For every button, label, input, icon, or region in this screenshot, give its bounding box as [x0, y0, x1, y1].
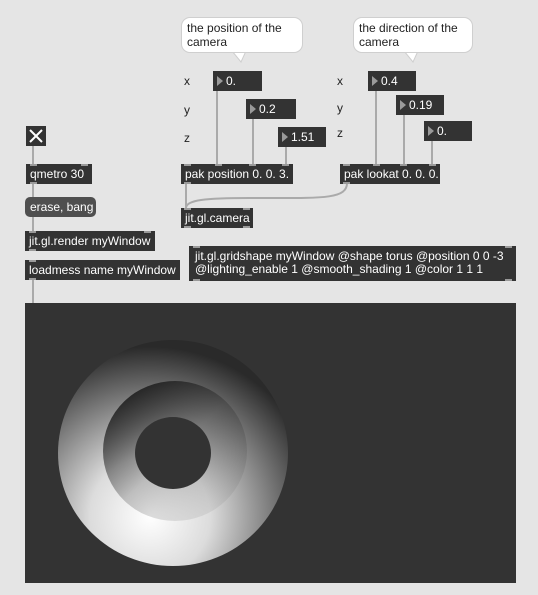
object-pak-lookat-label: pak lookat 0. 0. 0.	[344, 167, 439, 181]
patcher-canvas: the position of the camera the direction…	[0, 0, 538, 595]
comment-camera-position-text: the position of the camera	[187, 21, 282, 49]
cord-paklookat-camera	[185, 182, 348, 209]
object-pak-lookat[interactable]: pak lookat 0. 0. 0.	[340, 164, 440, 184]
object-jit-gl-camera[interactable]: jit.gl.camera	[181, 208, 253, 228]
number-value: 0.4	[381, 74, 398, 88]
label-look-x: x	[337, 74, 343, 88]
object-qmetro-label: qmetro 30	[30, 167, 85, 181]
comment-camera-direction: the direction of the camera	[353, 17, 473, 53]
close-x-icon	[29, 129, 43, 143]
label-pos-y: y	[184, 103, 190, 117]
number-arrow-icon	[282, 132, 288, 142]
object-loadmess[interactable]: loadmess name myWindow	[25, 260, 180, 280]
torus-shape	[58, 340, 288, 566]
number-box-lookat-y[interactable]: 0.19	[396, 95, 444, 115]
number-value: 0.19	[409, 98, 433, 112]
number-box-lookat-z[interactable]: 0.	[424, 121, 472, 141]
number-box-lookat-x[interactable]: 0.4	[368, 71, 416, 91]
object-jit-gl-render[interactable]: jit.gl.render myWindow	[25, 231, 155, 251]
number-box-position-y[interactable]: 0.2	[246, 99, 296, 119]
number-value: 0.	[226, 74, 237, 88]
torus-render	[58, 340, 288, 566]
number-arrow-icon	[372, 76, 378, 86]
number-value: 0.2	[259, 102, 276, 116]
label-look-z: z	[337, 126, 343, 140]
render-window-myWindow[interactable]	[25, 303, 516, 583]
object-loadmess-label: loadmess name myWindow	[29, 263, 176, 277]
comment-camera-position: the position of the camera	[181, 17, 303, 53]
number-arrow-icon	[250, 104, 256, 114]
number-value: 1.51	[291, 130, 315, 144]
object-qmetro[interactable]: qmetro 30	[26, 164, 92, 184]
object-jit-gl-gridshape[interactable]: jit.gl.gridshape myWindow @shape torus @…	[189, 246, 516, 281]
number-box-position-z[interactable]: 1.51	[278, 127, 326, 147]
label-pos-x: x	[184, 74, 190, 88]
message-erase-bang[interactable]: erase, bang	[25, 197, 96, 217]
object-jit-gl-render-label: jit.gl.render myWindow	[29, 234, 151, 248]
object-pak-position[interactable]: pak position 0. 0. 3.	[181, 164, 293, 184]
label-pos-z: z	[184, 131, 190, 145]
toggle[interactable]	[26, 126, 46, 146]
number-arrow-icon	[217, 76, 223, 86]
number-value: 0.	[437, 124, 448, 138]
number-box-position-x[interactable]: 0.	[213, 71, 262, 91]
label-look-y: y	[337, 101, 343, 115]
comment-camera-direction-text: the direction of the camera	[359, 21, 458, 49]
object-jit-gl-camera-label: jit.gl.camera	[185, 211, 250, 225]
number-arrow-icon	[428, 126, 434, 136]
message-erase-bang-label: erase, bang	[30, 200, 94, 214]
number-arrow-icon	[400, 100, 406, 110]
object-pak-position-label: pak position 0. 0. 3.	[185, 167, 290, 181]
object-jit-gl-gridshape-line2: @lighting_enable 1 @smooth_shading 1 @co…	[195, 262, 484, 276]
